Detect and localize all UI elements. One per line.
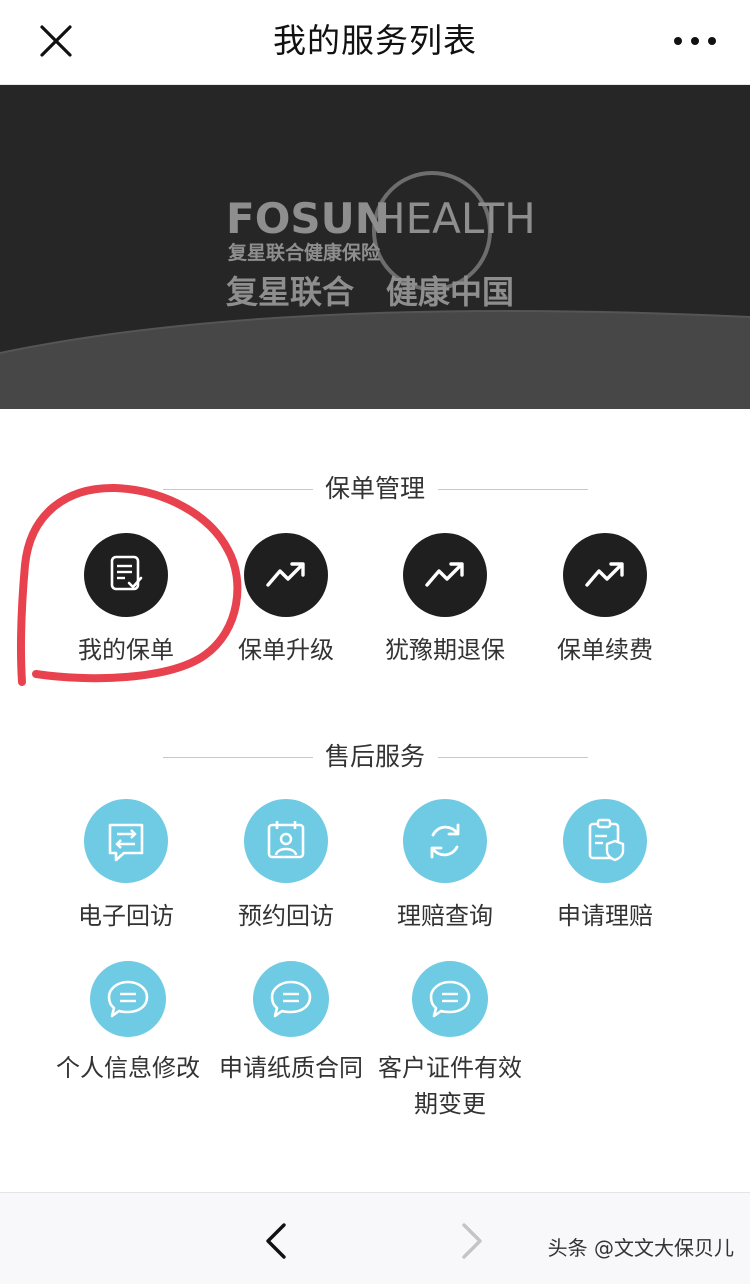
icon-bg — [403, 533, 487, 617]
watermark-text: 头条 @文文大保贝儿 — [547, 1236, 734, 1260]
more-dots-icon — [674, 37, 716, 45]
brand-name-en-left: FOSUN — [226, 194, 390, 243]
section-title: 售后服务 — [324, 742, 425, 771]
item-label: 申请理赔 — [557, 902, 653, 930]
personal-info-edit-item[interactable]: 个人信息修改 — [46, 961, 210, 1085]
item-label: 个人信息修改 — [56, 1054, 200, 1082]
trend-up-icon — [425, 562, 464, 587]
icon-bg — [244, 533, 328, 617]
bottom-nav-bar: 头条 @文文大保贝儿 — [0, 1192, 750, 1284]
item-label: 保单续费 — [557, 636, 653, 664]
more-button[interactable] — [664, 18, 726, 64]
trend-up-icon — [266, 562, 305, 587]
section-divider-right — [438, 757, 588, 758]
brand-name-en-right: HEALTH — [374, 194, 536, 243]
banner-artwork: FOSUN HEALTH 复星联合健康保险 复星联合 健康中国 — [0, 85, 750, 409]
after-sales-section-header: 售后服务 — [0, 737, 750, 777]
policy-renewal-item[interactable]: 保单续费 — [525, 533, 685, 667]
icon-bg — [563, 533, 647, 617]
apply-claim-item[interactable]: 申请理赔 — [525, 799, 685, 933]
chevron-right-icon — [462, 1223, 482, 1259]
cooling-off-surrender-item[interactable]: 犹豫期退保 — [365, 533, 525, 667]
item-label: 理赔查询 — [397, 902, 493, 930]
apply-paper-contract-item[interactable]: 申请纸质合同 — [208, 961, 374, 1085]
icon-bg — [84, 533, 168, 617]
slogan-left: 复星联合 — [226, 273, 354, 311]
my-policy-item[interactable]: 我的保单 — [46, 533, 206, 667]
trend-up-icon — [585, 562, 624, 587]
section-divider-right — [438, 489, 588, 490]
icon-bg — [84, 799, 168, 883]
item-label: 电子回访 — [78, 902, 174, 930]
top-bar: 我的服务列表 — [0, 0, 750, 85]
electronic-visit-item[interactable]: 电子回访 — [46, 799, 206, 933]
item-label: 保单升级 — [238, 636, 334, 664]
item-label: 预约回访 — [238, 902, 334, 930]
back-button[interactable] — [256, 1217, 296, 1265]
item-label: 我的保单 — [78, 636, 174, 664]
item-label: 申请纸质合同 — [219, 1054, 363, 1082]
chevron-left-icon — [266, 1223, 286, 1259]
transfer-chat-icon — [108, 823, 144, 862]
chat-bubble-icon — [107, 980, 149, 1018]
item-label: 犹豫期退保 — [385, 636, 505, 664]
policy-section-header: 保单管理 — [0, 469, 750, 509]
document-check-icon — [110, 555, 143, 591]
policy-upgrade-item[interactable]: 保单升级 — [206, 533, 366, 667]
icon-bg — [563, 799, 647, 883]
item-label: 客户证件有效 — [378, 1054, 522, 1082]
section-title: 保单管理 — [324, 474, 425, 503]
icon-bg — [244, 799, 328, 883]
id-validity-change-item[interactable]: 客户证件有效 期变更 — [370, 961, 530, 1121]
brand-banner: FOSUN HEALTH 复星联合健康保险 复星联合 健康中国 — [0, 85, 750, 409]
icon-bg — [90, 961, 166, 1037]
slogan-right: 健康中国 — [386, 273, 514, 311]
brand-name-cn: 复星联合健康保险 — [227, 241, 381, 264]
icon-bg — [412, 961, 488, 1037]
scheduled-visit-item[interactable]: 预约回访 — [206, 799, 366, 933]
forward-button[interactable] — [452, 1217, 492, 1265]
page-title: 我的服务列表 — [273, 21, 477, 60]
claim-clipboard-icon — [588, 818, 625, 862]
chat-bubble-icon — [429, 980, 471, 1018]
person-calendar-icon — [267, 821, 305, 859]
claim-inquiry-item[interactable]: 理赔查询 — [365, 799, 525, 933]
icon-bg — [253, 961, 329, 1037]
refresh-icon — [430, 823, 460, 859]
page: 我的服务列表 FOSUN HEALTH 复星联合健康保险 复星联合 健康中国 保… — [0, 0, 750, 1284]
chat-bubble-icon — [270, 980, 312, 1018]
item-label-line2: 期变更 — [414, 1090, 486, 1118]
icon-bg — [403, 799, 487, 883]
